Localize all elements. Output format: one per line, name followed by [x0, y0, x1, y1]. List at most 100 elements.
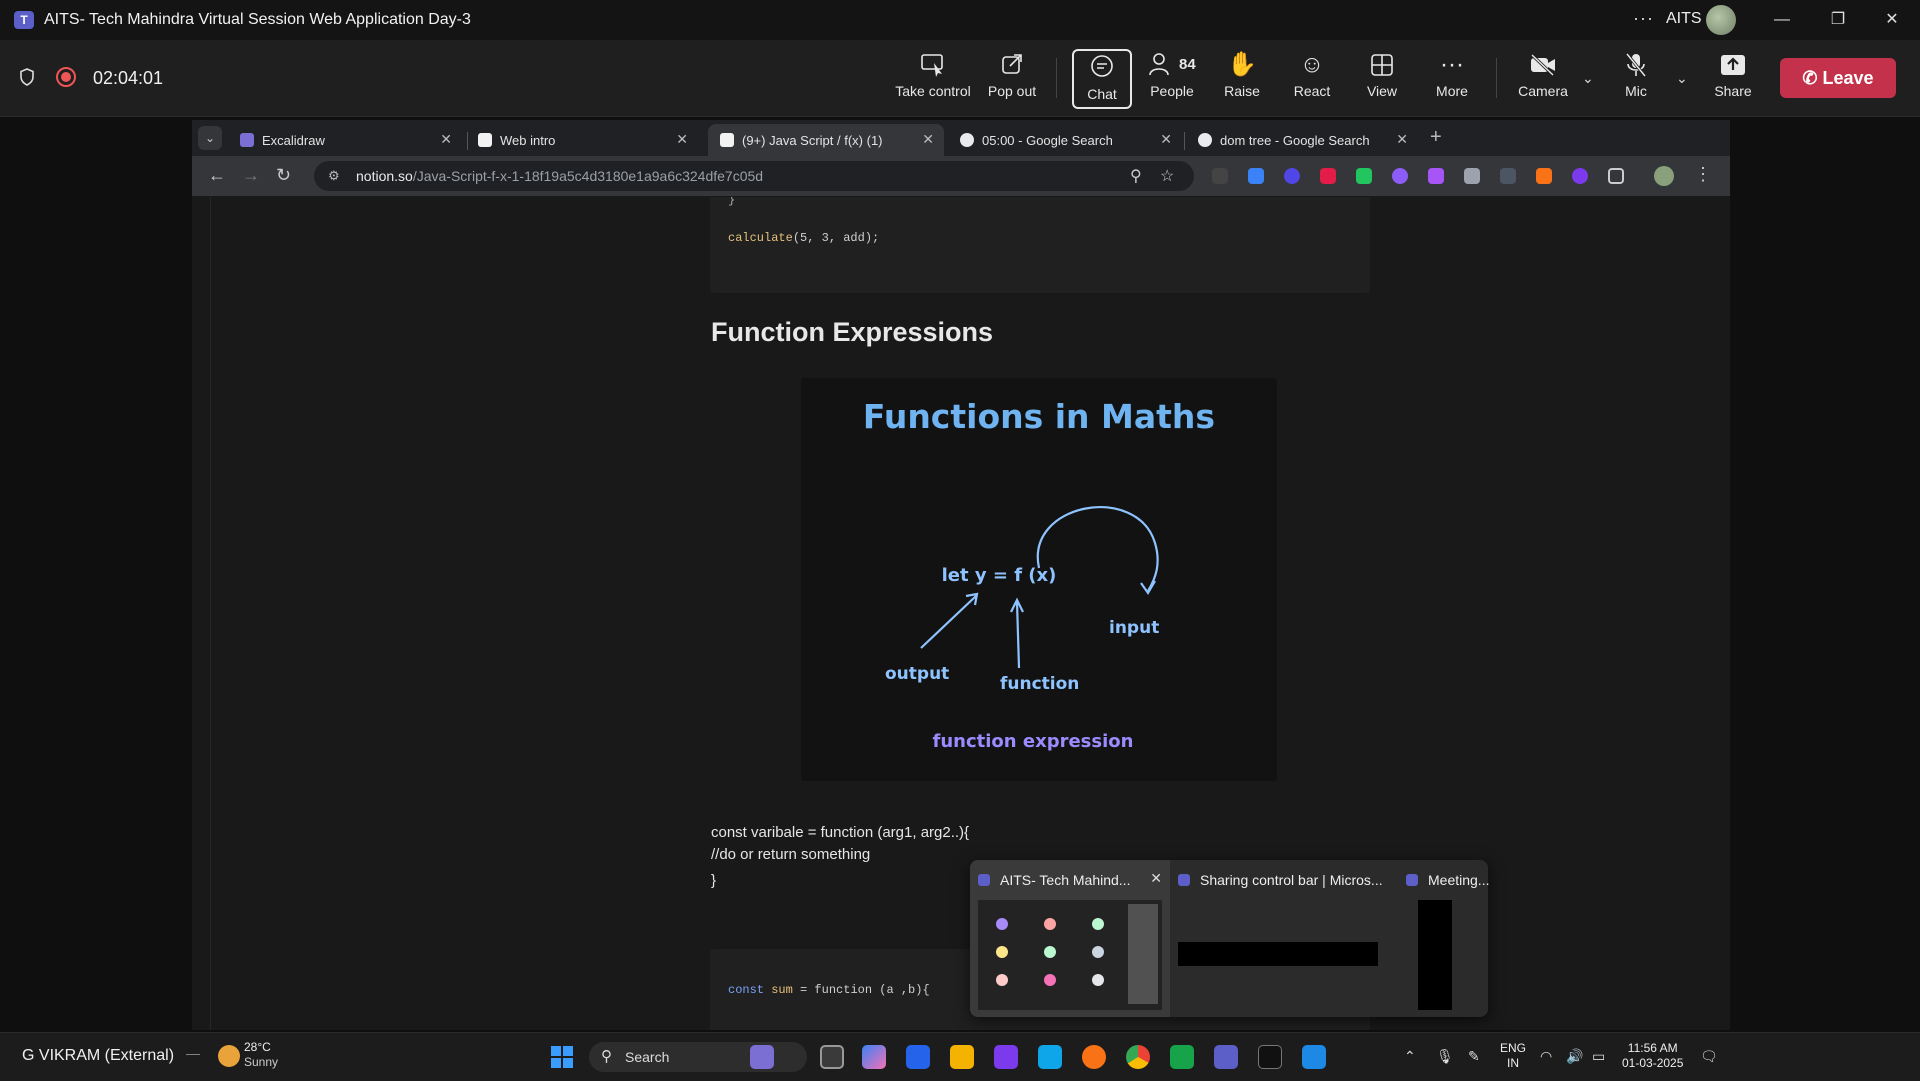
back-arrow-icon[interactable]: ← — [208, 165, 226, 186]
tab-search-chevron-down-icon[interactable]: ⌄ — [198, 126, 222, 150]
camera-options-chevron-down-icon[interactable]: ⌄ — [1582, 70, 1594, 87]
org-name[interactable]: AITS — [1666, 10, 1702, 28]
bookmark-star-icon[interactable]: ☆ — [1160, 166, 1174, 186]
camera-button[interactable]: Camera — [1510, 48, 1576, 110]
metamask-extension-icon[interactable] — [1536, 168, 1552, 184]
expression-label: let y = f (x) — [942, 565, 1057, 586]
volume-icon[interactable]: 🔊 — [1566, 1048, 1583, 1065]
teams-title-bar: T AITS- Tech Mahindra Virtual Session We… — [0, 0, 1920, 40]
zoom-icon[interactable]: ⚲ — [1130, 166, 1142, 186]
tab-google-search-timer[interactable]: 05:00 - Google Search ✕ — [948, 124, 1182, 156]
close-tab-icon[interactable]: ✕ — [922, 131, 934, 148]
file-explorer-icon[interactable] — [950, 1045, 974, 1069]
extension-icon[interactable] — [1248, 168, 1264, 184]
meeting-control-bar: 02:04:01 Take control Pop out Chat 84 Pe… — [0, 40, 1920, 117]
new-tab-plus-icon[interactable]: + — [1430, 126, 1442, 149]
clipchamp-icon[interactable] — [994, 1045, 1018, 1069]
notion-favicon-icon — [720, 133, 734, 147]
close-icon[interactable]: ✕ — [1150, 870, 1162, 887]
presenter-name: G VIKRAM (External) — [22, 1047, 175, 1064]
browser-menu-icon[interactable]: ⋮ — [1694, 164, 1712, 185]
show-hidden-icons-chevron-up-icon[interactable]: ⌃ — [1404, 1048, 1416, 1065]
pen-icon[interactable]: ✎ — [1468, 1048, 1480, 1065]
extensions-puzzle-icon[interactable] — [1608, 168, 1624, 184]
extension-icon[interactable] — [1284, 168, 1300, 184]
windows-start-icon[interactable] — [551, 1046, 573, 1068]
extension-icon[interactable] — [1212, 168, 1228, 184]
close-window-button[interactable]: ✕ — [1872, 6, 1912, 34]
thumbnail-meeting[interactable]: Meeting... — [1398, 860, 1489, 1017]
take-control-button[interactable]: Take control — [892, 48, 974, 110]
excel-icon[interactable] — [1170, 1045, 1194, 1069]
thumbnail-title: Meeting... — [1406, 872, 1489, 888]
close-tab-icon[interactable]: ✕ — [1396, 131, 1408, 148]
firefox-icon[interactable] — [1082, 1045, 1106, 1069]
site-settings-icon[interactable]: ⚙ — [328, 168, 344, 184]
more-button[interactable]: ··· More — [1422, 48, 1482, 110]
tab-java-script[interactable]: (9+) Java Script / f(x) (1) ✕ — [708, 124, 944, 156]
task-view-icon[interactable] — [820, 1045, 844, 1069]
wifi-icon[interactable]: ◠ — [1540, 1048, 1552, 1065]
close-tab-icon[interactable]: ✕ — [1160, 131, 1172, 148]
copilot-widget-icon[interactable] — [750, 1045, 774, 1069]
taskbar-search[interactable]: ⚲ Search — [589, 1042, 807, 1072]
profile-avatar[interactable] — [1654, 166, 1674, 186]
microsoft-store-icon[interactable] — [906, 1045, 930, 1069]
view-button[interactable]: View — [1352, 48, 1412, 110]
extension-icon[interactable] — [1356, 168, 1372, 184]
vscode-icon[interactable] — [1302, 1045, 1326, 1069]
divider — [210, 197, 211, 1030]
extension-icon[interactable] — [1500, 168, 1516, 184]
extension-icon[interactable] — [1428, 168, 1444, 184]
text-block: const varibale = function (arg1, arg2..)… — [711, 822, 969, 892]
tab-excalidraw[interactable]: Excalidraw ✕ — [228, 124, 462, 156]
close-tab-icon[interactable]: ✕ — [676, 131, 688, 148]
minimize-button[interactable]: — — [1762, 6, 1802, 34]
weather-temperature[interactable]: 28°C — [244, 1040, 271, 1054]
forward-arrow-icon[interactable]: → — [242, 165, 260, 186]
adblock-extension-icon[interactable] — [1320, 168, 1336, 184]
chrome-icon[interactable] — [1126, 1045, 1150, 1069]
react-icon: ☺ — [1299, 51, 1325, 78]
thumbnail-teams-meeting[interactable]: AITS- Tech Mahind... ✕ — [970, 860, 1170, 1017]
avatar[interactable] — [1706, 5, 1736, 35]
language-indicator[interactable]: ENG IN — [1500, 1041, 1526, 1071]
chat-label: Chat — [1087, 86, 1117, 102]
weather-sun-icon[interactable] — [218, 1045, 240, 1067]
tab-label: Excalidraw — [262, 133, 325, 148]
address-bar[interactable]: ⚙ notion.so/Java-Script-f-x-1-18f19a5c4d… — [314, 161, 1194, 191]
thumbnail-sharing-control-bar[interactable]: Sharing control bar | Micros... — [1170, 860, 1398, 1017]
raise-hand-button[interactable]: ✋ Raise — [1212, 48, 1272, 110]
tab-dom-tree-search[interactable]: dom tree - Google Search ✕ — [1186, 124, 1418, 156]
code-brace: } — [728, 197, 736, 207]
tab-web-intro[interactable]: Web intro ✕ — [466, 124, 698, 156]
clock[interactable]: 11:56 AM 01-03-2025 — [1622, 1041, 1683, 1071]
notion-favicon-icon — [478, 133, 492, 147]
remote-desktop-icon[interactable] — [1038, 1045, 1062, 1069]
notifications-icon[interactable]: 🗨 — [1700, 1048, 1718, 1065]
battery-icon[interactable]: ▭ — [1592, 1048, 1605, 1065]
leave-button[interactable]: ✆ Leave — [1780, 58, 1896, 98]
extension-icon[interactable] — [1392, 168, 1408, 184]
participant-avatar — [1092, 974, 1104, 986]
mic-options-chevron-down-icon[interactable]: ⌄ — [1676, 70, 1688, 87]
pop-out-button[interactable]: Pop out — [980, 48, 1044, 110]
react-button[interactable]: ☺ React — [1282, 48, 1342, 110]
restore-button[interactable]: ❐ — [1818, 6, 1858, 34]
microphone-icon[interactable]: 🎙 — [1436, 1048, 1454, 1065]
extension-icon[interactable] — [1464, 168, 1480, 184]
share-button[interactable]: Share — [1702, 48, 1764, 110]
more-options-icon[interactable]: ··· — [1633, 8, 1654, 29]
close-tab-icon[interactable]: ✕ — [440, 131, 452, 148]
reload-icon[interactable]: ↻ — [276, 165, 291, 186]
people-button[interactable]: 84 People — [1140, 48, 1204, 110]
extension-icon[interactable] — [1572, 168, 1588, 184]
mic-button[interactable]: Mic — [1608, 48, 1664, 110]
chat-button[interactable]: Chat — [1072, 49, 1132, 109]
weather-description[interactable]: Sunny — [244, 1055, 278, 1069]
copilot-icon[interactable] — [862, 1045, 886, 1069]
terminal-icon[interactable] — [1258, 1045, 1282, 1069]
teams-icon[interactable] — [1214, 1045, 1238, 1069]
tab-label: (9+) Java Script / f(x) (1) — [742, 133, 883, 148]
minimize-line-icon: — — [186, 1045, 200, 1061]
